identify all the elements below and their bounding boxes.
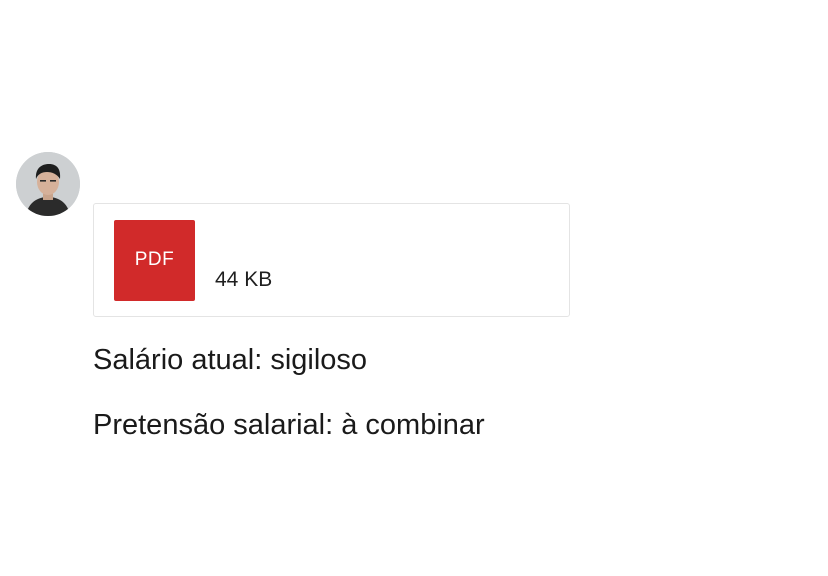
pdf-icon-label: PDF [134,249,175,270]
user-avatar-icon [16,152,80,216]
salary-expectation-text: Pretensão salarial: à combinar [93,409,485,441]
pdf-file-icon: PDF [114,220,195,301]
pdf-attachment-card[interactable]: PDF 44 KB [93,203,570,317]
chat-message: PDF 44 KB Salário atual: sigiloso Preten… [0,0,828,576]
current-salary-text: Salário atual: sigiloso [93,344,368,376]
avatar[interactable] [16,152,80,216]
file-size: 44 KB [215,268,273,291]
